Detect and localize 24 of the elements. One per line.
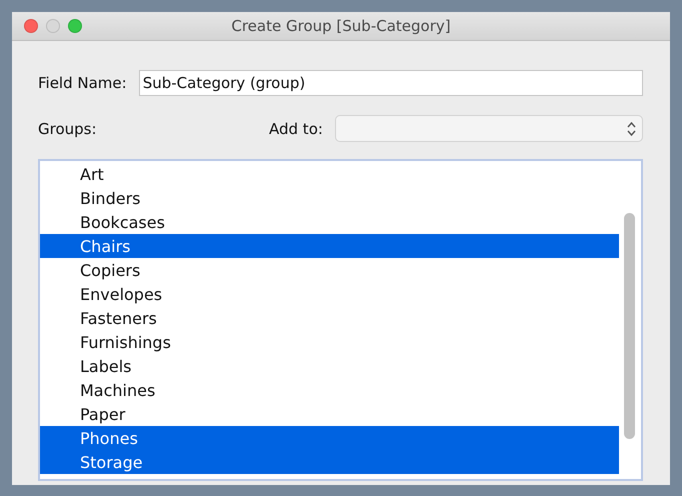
list-item[interactable]: Art <box>40 162 619 186</box>
add-to-dropdown[interactable] <box>334 115 643 142</box>
list-item[interactable]: Binders <box>40 186 619 210</box>
list-item[interactable]: Phones <box>40 426 619 450</box>
field-name-label: Field Name: <box>38 74 127 92</box>
list-item[interactable]: Paper <box>40 402 619 426</box>
list-item[interactable]: Labels <box>40 354 619 378</box>
stepper-icon <box>627 120 636 136</box>
list-item[interactable]: Machines <box>40 378 619 402</box>
zoom-button[interactable] <box>68 19 82 33</box>
list-item[interactable]: Fasteners <box>40 306 619 330</box>
list-item[interactable]: Copiers <box>40 258 619 282</box>
window-title: Create Group [Sub-Category] <box>231 17 451 35</box>
groups-label: Groups: <box>38 120 98 138</box>
scrollbar-thumb[interactable] <box>624 213 635 439</box>
close-button[interactable] <box>24 19 38 33</box>
list-item[interactable]: Bookcases <box>40 210 619 234</box>
list-item[interactable]: Envelopes <box>40 282 619 306</box>
add-to-label: Add to: <box>269 120 323 138</box>
field-name-input[interactable]: Sub-Category (group) <box>138 70 643 96</box>
list-item[interactable]: Chairs <box>40 234 619 258</box>
minimize-button[interactable] <box>46 19 60 33</box>
list-item[interactable]: Storage <box>40 450 619 474</box>
list-item[interactable]: Furnishings <box>40 330 619 354</box>
